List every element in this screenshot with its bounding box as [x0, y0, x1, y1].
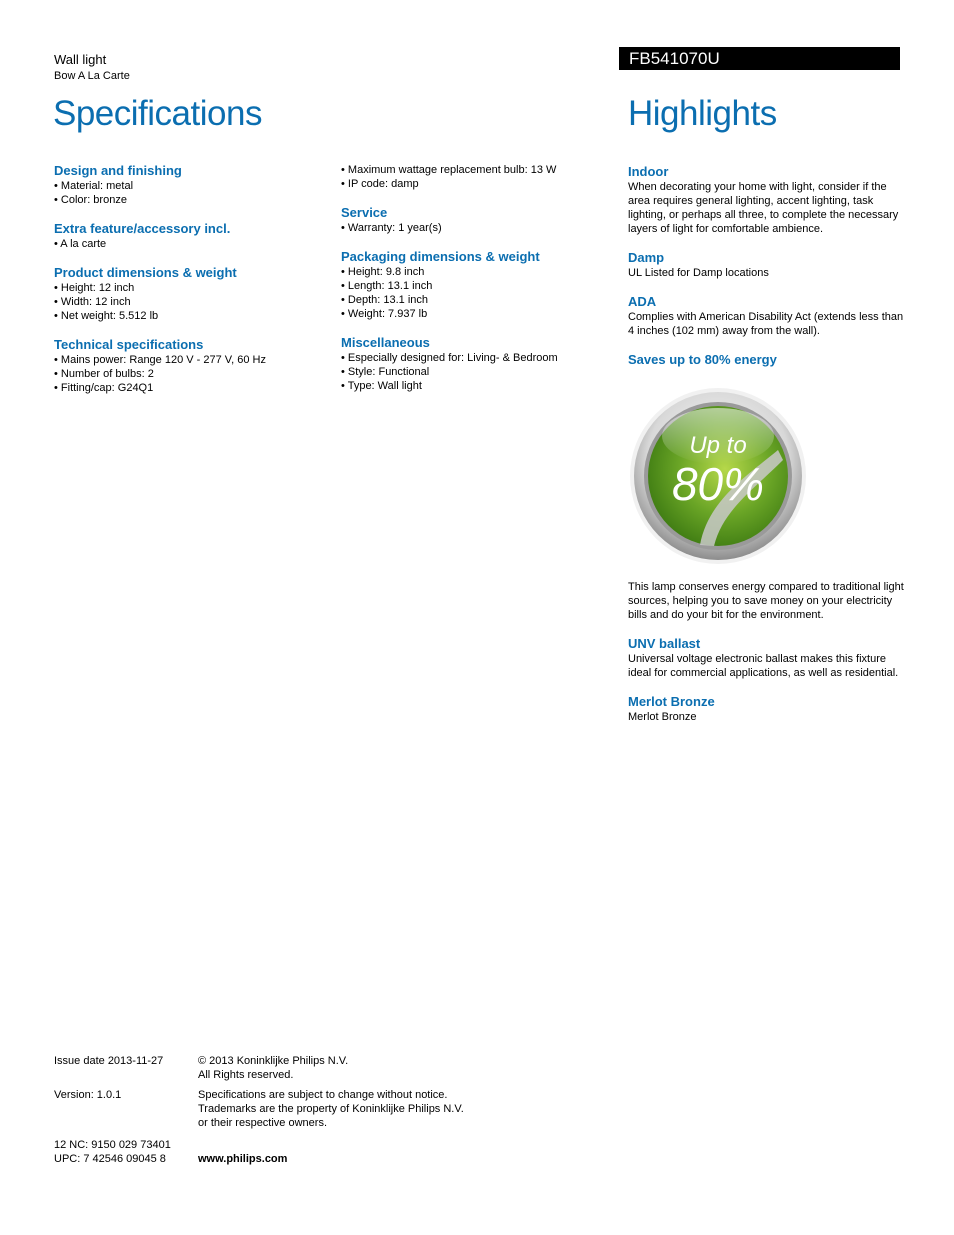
highlight-damp: Damp UL Listed for Damp locations: [628, 250, 908, 280]
spec-section-technical: Technical specifications • Mains power: …: [54, 337, 314, 395]
badge-line2: 80%: [672, 458, 764, 510]
spec-item: • Width: 12 inch: [54, 296, 131, 308]
highlight-title: Indoor: [628, 164, 669, 179]
model-number-bar: FB541070U: [619, 47, 900, 70]
spec-item: • Length: 13.1 inch: [341, 280, 433, 292]
notice-line-2: Trademarks are the property of Koninklij…: [198, 1103, 464, 1115]
version: Version: 1.0.1: [54, 1089, 122, 1101]
spec-item: • Net weight: 5.512 lb: [54, 310, 159, 322]
copyright-line-1: © 2013 Koninklijke Philips N.V.: [198, 1055, 349, 1067]
spec-section-design: Design and finishing • Material: metal •…: [54, 163, 314, 207]
spec-section-title: Packaging dimensions & weight: [341, 249, 540, 264]
highlights-title: Highlights: [628, 94, 777, 133]
spec-section-title: Technical specifications: [54, 337, 204, 352]
spec-item: • Maximum wattage replacement bulb: 13 W: [341, 164, 557, 176]
spec-item: • Weight: 7.937 lb: [341, 308, 428, 320]
highlight-title: Merlot Bronze: [628, 694, 715, 709]
product-type: Wall light: [54, 52, 107, 67]
spec-item: • Material: metal: [54, 180, 134, 192]
notice-line-1: Specifications are subject to change wit…: [198, 1089, 448, 1101]
specs-column-2: • Maximum wattage replacement bulb: 13 W…: [341, 163, 601, 407]
spec-item: • Type: Wall light: [341, 380, 422, 392]
spec-item: • IP code: damp: [341, 178, 419, 190]
spec-section-title: Miscellaneous: [341, 335, 430, 350]
highlight-merlot-bronze: Merlot Bronze Merlot Bronze: [628, 694, 908, 724]
highlight-text: This lamp conserves energy compared to t…: [628, 581, 904, 621]
spec-item: • Height: 12 inch: [54, 282, 135, 294]
specifications-title: Specifications: [53, 94, 262, 133]
spec-section-title: Extra feature/accessory incl.: [54, 221, 231, 236]
spec-section-packaging: Packaging dimensions & weight • Height: …: [341, 249, 601, 321]
highlights-column: Indoor When decorating your home with li…: [628, 164, 908, 738]
highlight-indoor: Indoor When decorating your home with li…: [628, 164, 908, 236]
spec-item: • Depth: 13.1 inch: [341, 294, 429, 306]
highlight-text: UL Listed for Damp locations: [628, 267, 769, 279]
highlight-title: Saves up to 80% energy: [628, 352, 777, 367]
spec-item: • Number of bulbs: 2: [54, 368, 154, 380]
energy-badge-icon: Up to 80%: [630, 388, 806, 564]
website-link[interactable]: www.philips.com: [198, 1152, 287, 1166]
copyright-line-2: All Rights reserved.: [198, 1069, 294, 1081]
spec-item: • Mains power: Range 120 V - 277 V, 60 H…: [54, 354, 266, 366]
highlight-text: Complies with American Disability Act (e…: [628, 311, 904, 337]
spec-section-miscellaneous: Miscellaneous • Especially designed for:…: [341, 335, 601, 393]
spec-technical-continued: • Maximum wattage replacement bulb: 13 W…: [341, 163, 601, 191]
spec-item: • A la carte: [54, 238, 107, 250]
product-name: Bow A La Carte: [54, 70, 130, 82]
badge-line1: Up to: [689, 432, 746, 459]
twelve-nc: 12 NC: 9150 029 73401: [54, 1139, 171, 1151]
spec-item: • Style: Functional: [341, 366, 430, 378]
spec-section-title: Product dimensions & weight: [54, 265, 237, 280]
highlight-title: ADA: [628, 294, 657, 309]
spec-item: • Color: bronze: [54, 194, 127, 206]
spec-section-service: Service • Warranty: 1 year(s): [341, 205, 601, 235]
notice-line-3: or their respective owners.: [198, 1117, 327, 1129]
highlight-unv-ballast: UNV ballast Universal voltage electronic…: [628, 636, 908, 680]
specs-column-1: Design and finishing • Material: metal •…: [54, 163, 314, 409]
upc-code: UPC: 7 42546 09045 8: [54, 1153, 166, 1165]
spec-item: • Warranty: 1 year(s): [341, 222, 442, 234]
energy-saving-badge: Up to 80%: [628, 380, 814, 566]
highlight-text: When decorating your home with light, co…: [628, 181, 899, 235]
spec-section-title: Design and finishing: [54, 163, 182, 178]
issue-date: Issue date 2013-11-27: [54, 1055, 164, 1067]
spec-item: • Fitting/cap: G24Q1: [54, 382, 154, 394]
highlight-energy: Saves up to 80% energy Up to 80% This la…: [628, 352, 908, 622]
highlight-text: Merlot Bronze: [628, 711, 697, 723]
spec-item: • Especially designed for: Living- & Bed…: [341, 352, 558, 364]
highlight-title: UNV ballast: [628, 636, 701, 651]
highlight-title: Damp: [628, 250, 665, 265]
spec-item: • Height: 9.8 inch: [341, 266, 425, 278]
spec-section-title: Service: [341, 205, 388, 220]
spec-section-product-dimensions: Product dimensions & weight • Height: 12…: [54, 265, 314, 323]
highlight-text: Universal voltage electronic ballast mak…: [628, 653, 899, 679]
spec-section-extra-feature: Extra feature/accessory incl. • A la car…: [54, 221, 314, 251]
model-number: FB541070U: [629, 49, 720, 68]
highlight-ada: ADA Complies with American Disability Ac…: [628, 294, 908, 338]
